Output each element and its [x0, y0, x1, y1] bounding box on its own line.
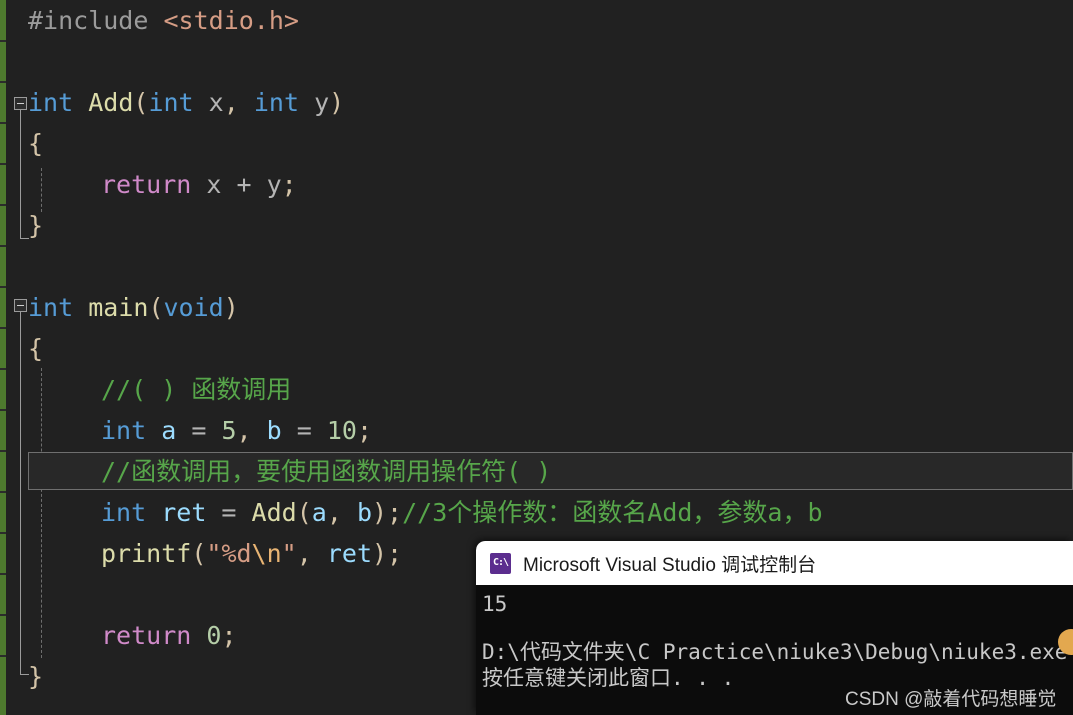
console-window-icon: C:\	[490, 552, 511, 574]
code-line-3: {	[0, 123, 1073, 164]
token-comment-2: //函数调用，要使用函数调用操作符( )	[101, 457, 552, 486]
code-line-10: int a = 5, b = 10;	[101, 416, 373, 445]
token-function-main: main	[88, 293, 149, 322]
token-function-add: Add	[88, 88, 134, 117]
code-line-4: return x + y;	[101, 170, 297, 199]
token-arg-b: b	[356, 498, 372, 527]
token-include-header: <stdio.h>	[163, 6, 299, 35]
console-output-blank	[482, 617, 1073, 639]
code-line-5: }	[0, 205, 1073, 246]
console-icon-glyph: C:\	[492, 557, 509, 568]
code-line-12: int ret = Add(a, b);//3个操作数：函数名Add，参数a，b	[101, 498, 823, 527]
token-y-operand: y	[266, 170, 282, 199]
token-param-type-y: int	[253, 88, 299, 117]
token-open-brace-add: {	[28, 129, 44, 158]
token-include-directive: #include	[28, 6, 149, 35]
csdn-watermark: CSDN @敲着代码想睡觉	[845, 689, 1057, 710]
token-return-main: return	[101, 621, 192, 650]
console-titlebar[interactable]: C:\ Microsoft Visual Studio 调试控制台	[476, 541, 1073, 585]
token-call-add: Add	[251, 498, 297, 527]
token-arg-a: a	[311, 498, 327, 527]
code-line-8: {	[0, 328, 1073, 369]
token-param-type-x: int	[148, 88, 194, 117]
code-line-11: //函数调用，要使用函数调用操作符( )	[0, 451, 1073, 492]
console-window-title: Microsoft Visual Studio 调试控制台	[523, 554, 817, 576]
token-keyword-void: void	[163, 293, 224, 322]
token-param-x: x	[208, 88, 224, 117]
token-printf-escape: \n	[251, 539, 282, 568]
token-comment-3: //3个操作数：函数名Add，参数a，b	[402, 498, 823, 527]
token-printf-format: %d	[221, 539, 252, 568]
token-return-add: return	[101, 170, 192, 199]
token-ret-int: int	[101, 498, 147, 527]
code-line-9: //( ) 函数调用	[0, 369, 1073, 410]
token-decl-int: int	[101, 416, 147, 445]
token-var-a: a	[161, 416, 177, 445]
console-output-line-0: 15	[482, 592, 508, 616]
console-output-line-2: D:\代码文件夹\C Practice\niuke3\Debug\niuke3.…	[482, 640, 1068, 664]
token-num-0: 0	[206, 621, 222, 650]
token-param-y: y	[314, 88, 330, 117]
token-num-5: 5	[221, 416, 237, 445]
token-comment-1: //( ) 函数调用	[101, 375, 292, 404]
token-var-ret: ret	[161, 498, 207, 527]
token-var-b: b	[266, 416, 282, 445]
token-call-printf: printf	[101, 539, 192, 568]
token-close-brace-add: }	[28, 211, 44, 240]
token-keyword-int-main: int	[28, 293, 74, 322]
token-printf-arg-ret: ret	[326, 539, 372, 568]
code-line-7: int main(void)	[28, 293, 239, 322]
code-line-0: #include <stdio.h>	[0, 0, 1073, 41]
token-open-brace-main: {	[28, 334, 44, 363]
token-close-brace-main: }	[28, 662, 44, 691]
token-keyword-int: int	[28, 88, 74, 117]
code-line-2: int Add(int x, int y)	[28, 88, 345, 117]
token-x-operand: x	[206, 170, 222, 199]
token-num-10: 10	[326, 416, 357, 445]
